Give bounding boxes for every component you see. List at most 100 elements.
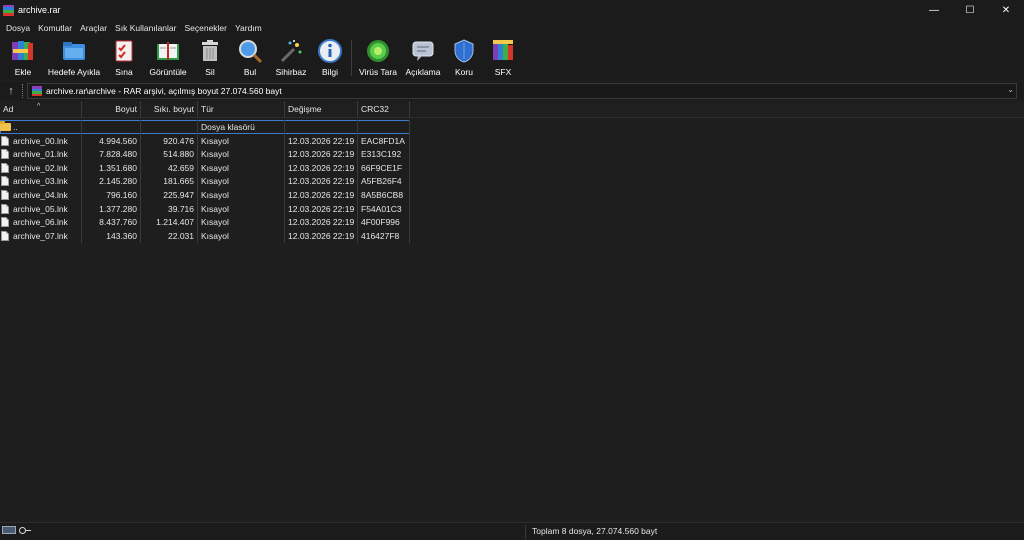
status-icons [2,526,31,534]
cell-name-text: archive_00.lnk [13,135,68,146]
table-row[interactable]: archive_02.lnk 1.351.680 42.659 Kısayol 12.0… [0,160,410,175]
column-header-row: Ad ^ Boyut Sıkı. boyut Tür Değişme CRC32 [0,101,1024,118]
cell-name-text: archive_05.lnk [13,203,68,214]
comment-button-label: Açıklama [405,67,441,77]
table-row[interactable]: archive_03.lnk 2.145.280 181.665 Kısayol 12.… [0,174,410,189]
view-button[interactable]: Görüntüle [146,38,190,78]
minimize-button[interactable]: — [916,0,952,20]
drive-icon[interactable] [2,526,16,534]
cell-modified-text: 12.03.2026 22:19 [288,176,355,187]
cell-size: 7.828.480 [82,147,141,162]
cell-packed-text: 42.659 [168,162,194,173]
cell-type-text: Kısayol [201,149,229,160]
cell-modified-text: 12.03.2026 22:19 [288,149,355,160]
cell-modified: 12.03.2026 22:19 [285,215,358,230]
cell-name-text: archive_06.lnk [13,217,68,228]
cell-packed: 181.665 [141,174,198,189]
winrar-app-icon[interactable] [3,4,14,16]
cell-type: Kısayol [198,228,285,243]
window-controls: — ☐ ✕ [916,0,1024,20]
info-button[interactable]: Bilgi [316,38,344,78]
protect-button-label: Koru [455,67,473,77]
cell-name: archive_07.lnk [0,228,82,243]
cell-name-text: .. [13,122,18,132]
menu-tools[interactable]: Araçlar [76,23,111,33]
column-header-name[interactable]: Ad ^ [0,101,82,118]
maximize-button[interactable]: ☐ [952,0,988,20]
test-button[interactable]: Sına [110,38,138,78]
file-list[interactable]: Ad ^ Boyut Sıkı. boyut Tür Değişme CRC32… [0,101,1024,521]
address-path: archive.rar\archive - RAR arşivi, açılmı… [46,86,282,96]
address-field[interactable]: archive.rar\archive - RAR arşivi, açılmı… [27,83,1017,99]
cell-size-text: 796.160 [106,190,137,200]
cell-modified: 12.03.2026 22:19 [285,188,358,202]
menu-options[interactable]: Seçenekler [180,23,231,33]
address-bar: ↑ archive.rar\archive - RAR arşivi, açıl… [0,82,1024,100]
add-button-label: Ekle [14,67,32,77]
sfx-button[interactable]: SFX [489,38,517,78]
cell-crc-text: A5FB26F4 [361,176,402,187]
cell-size-text: 143.360 [106,230,137,241]
cell-name: .. [0,120,82,134]
cell-packed: 39.716 [141,201,198,216]
cell-packed-text: 22.031 [168,230,194,241]
cell-crc-text: 8A5B6CB8 [361,190,404,200]
file-icon [1,162,9,173]
virus-scan-icon [365,38,391,64]
cell-crc: F54A01C3 [358,201,410,216]
key-icon[interactable] [19,526,31,534]
cell-name: archive_01.lnk [0,147,82,162]
cell-type-text: Kısayol [201,203,229,214]
chevron-down-icon[interactable]: ⌄ [1007,85,1014,94]
menu-favorites[interactable]: Sık Kullanılanlar [111,23,180,33]
view-book-icon [155,38,181,64]
cell-name: archive_02.lnk [0,160,82,175]
wizard-button[interactable]: Sihirbaz [273,38,309,78]
delete-button[interactable]: Sil [197,38,223,78]
sfx-button-label: SFX [494,67,512,77]
table-row[interactable]: archive_05.lnk 1.377.280 39.716 Kısayol 12.0… [0,201,410,216]
wizard-button-label: Sihirbaz [275,67,307,77]
virus-scan-button[interactable]: Virüs Tara [358,38,398,78]
cell-crc-text: 4F00F996 [361,217,400,228]
test-checklist-icon [111,38,137,64]
add-button[interactable]: Ekle [8,38,38,78]
menu-help[interactable]: Yardım [231,23,266,33]
cell-modified-text: 12.03.2026 22:19 [288,190,355,200]
up-folder-button[interactable]: ↑ [0,82,22,100]
column-header-size[interactable]: Boyut [82,101,141,118]
menu-commands[interactable]: Komutlar [34,23,76,33]
column-header-packed[interactable]: Sıkı. boyut [141,101,198,118]
find-button[interactable]: Bul [236,38,264,78]
table-row[interactable]: archive_07.lnk 143.360 22.031 Kısayol 12.03.… [0,228,410,243]
cell-type: Kısayol [198,215,285,230]
column-header-type[interactable]: Tür [198,101,285,118]
extract-to-button-label: Hedefe Ayıkla [47,67,101,77]
table-row[interactable]: archive_01.lnk 7.828.480 514.880 Kısayol 12.… [0,147,410,162]
table-row[interactable]: archive_00.lnk 4.994.560 920.476 Kısayol 12.… [0,133,410,148]
extract-to-button[interactable]: Hedefe Ayıkla [46,38,102,78]
menu-bar: Dosya Komutlar Araçlar Sık Kullanılanlar… [0,20,1024,36]
close-button[interactable]: ✕ [988,0,1024,20]
cell-crc-text: E313C192 [361,149,402,160]
table-row[interactable]: archive_04.lnk 796.160 225.947 Kısayol 12.03… [0,188,410,202]
cell-type-text: Kısayol [201,230,229,241]
cell-name-text: archive_07.lnk [13,230,68,241]
table-row[interactable]: archive_06.lnk 8.437.760 1.214.407 Kısayol 1… [0,215,410,230]
column-header-modified[interactable]: Değişme [285,101,358,118]
cell-packed: 225.947 [141,188,198,202]
cell-crc: 416427F8 [358,228,410,243]
status-summary: Toplam 8 dosya, 27.074.560 bayt [532,526,658,536]
cell-modified-text: 12.03.2026 22:19 [288,230,355,241]
file-icon [1,190,9,200]
cell-type-text: Kısayol [201,190,229,200]
cell-type: Kısayol [198,147,285,162]
column-header-crc[interactable]: CRC32 [358,101,410,118]
menu-file[interactable]: Dosya [2,23,34,33]
parent-folder-row[interactable]: .. Dosya klasörü [0,120,410,134]
comment-button[interactable]: Açıklama [404,38,442,78]
file-icon [1,230,9,241]
cell-modified: 12.03.2026 22:19 [285,133,358,148]
address-separator [22,84,23,98]
protect-button[interactable]: Koru [450,38,478,78]
